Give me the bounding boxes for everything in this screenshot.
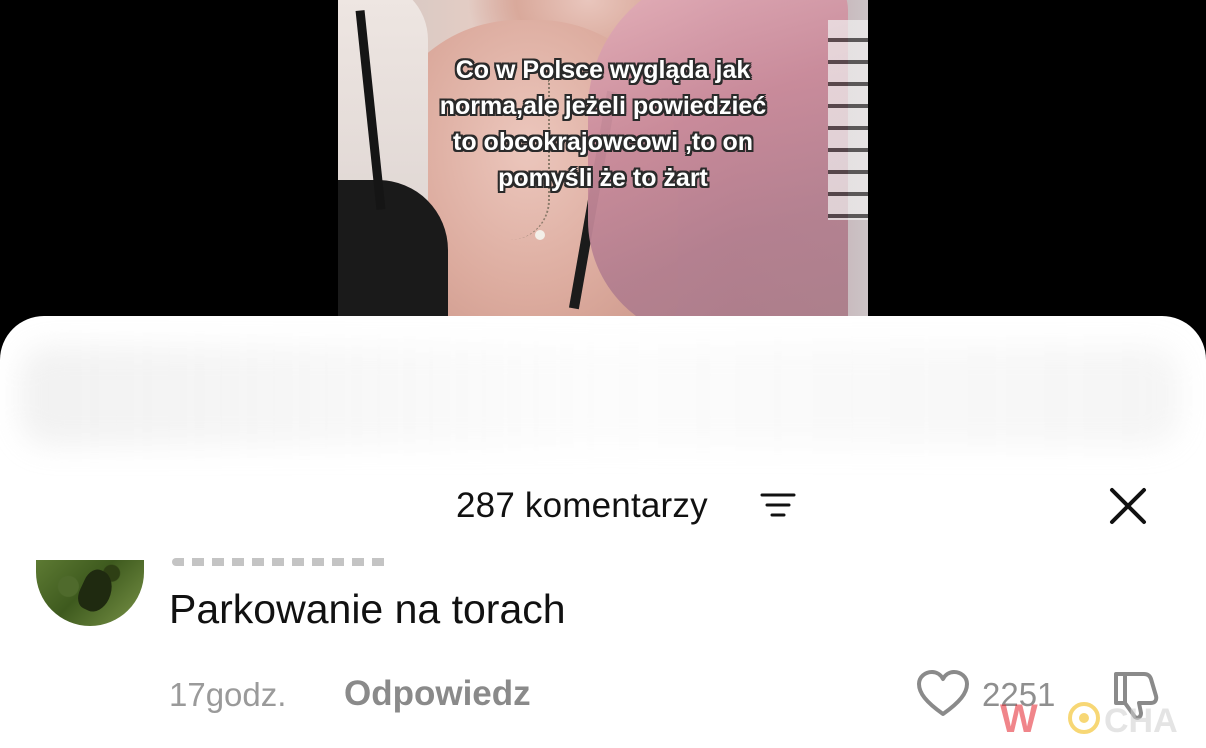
comment-timestamp: 17godz. xyxy=(169,676,287,713)
video-pendant xyxy=(535,230,545,240)
close-icon[interactable] xyxy=(1104,482,1152,530)
wiocha-watermark-logo: W CHA xyxy=(1000,697,1178,741)
video-background-piano xyxy=(828,20,868,220)
comment-username-cut xyxy=(172,558,392,566)
svg-text:CHA: CHA xyxy=(1104,702,1178,740)
avatar[interactable] xyxy=(36,560,144,626)
comment-text: Parkowanie na torach xyxy=(169,586,566,632)
heart-icon[interactable] xyxy=(916,670,970,718)
video-caption-line: to obcokrajowcowi ,to on xyxy=(453,128,753,156)
video-caption-line: pomyśli że to żart xyxy=(498,164,708,192)
comments-header: 287 komentarzy xyxy=(0,480,1206,530)
video-player[interactable]: Co w Polsce wygląda jak norma,ale jeżeli… xyxy=(338,0,868,330)
reply-button[interactable]: Odpowiedz xyxy=(344,674,531,714)
comments-count-title: 287 komentarzy xyxy=(456,486,708,525)
video-caption: Co w Polsce wygląda jak norma,ale jeżeli… xyxy=(398,52,808,196)
filter-sort-icon[interactable] xyxy=(760,492,796,518)
video-caption-line: Co w Polsce wygląda jak xyxy=(455,56,751,84)
svg-text:W: W xyxy=(1000,697,1038,741)
sheet-blurred-area xyxy=(20,346,1180,446)
video-caption-line: norma,ale jeżeli powiedzieć xyxy=(439,92,767,120)
